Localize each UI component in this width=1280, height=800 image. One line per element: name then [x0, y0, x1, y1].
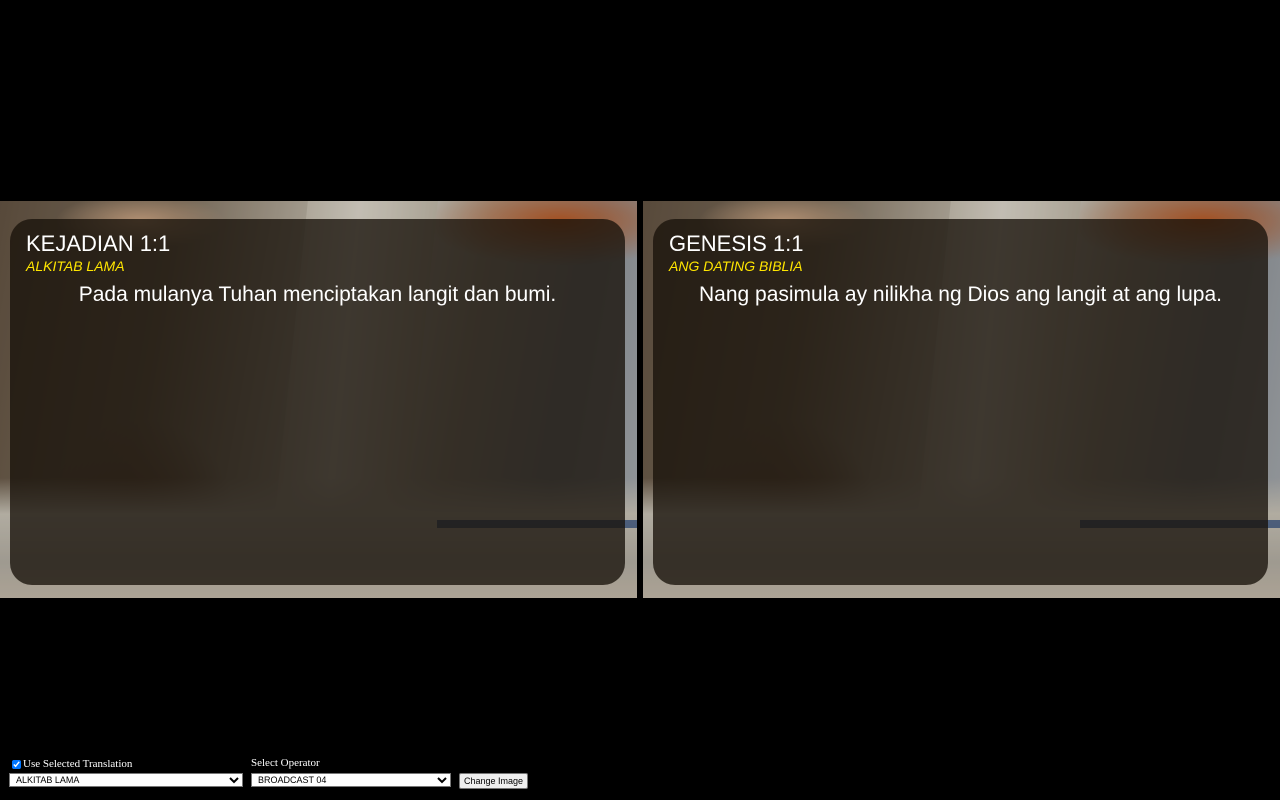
select-operator-label: Select Operator: [251, 757, 320, 769]
use-selected-translation-checkbox[interactable]: [12, 759, 21, 769]
operator-select[interactable]: BROADCAST 04: [251, 773, 451, 787]
use-selected-translation-label: Use Selected Translation: [23, 758, 133, 770]
verse-text: Nang pasimula ay nilikha ng Dios ang lan…: [698, 283, 1222, 306]
verse-panel-secondary: GENESIS 1:1 ANG DATING BIBLIA Nang pasim…: [643, 201, 1280, 598]
translation-name: ALKITAB LAMA: [26, 258, 125, 274]
control-bar: Use Selected Translation ALKITAB LAMA Se…: [0, 752, 1280, 800]
display-stage: KEJADIAN 1:1 ALKITAB LAMA Pada mulanya T…: [0, 0, 1280, 800]
verse-text: Pada mulanya Tuhan menciptakan langit da…: [78, 283, 557, 306]
verse-reference: KEJADIAN 1:1: [26, 231, 171, 256]
change-image-button[interactable]: Change Image: [459, 773, 528, 789]
translation-name: ANG DATING BIBLIA: [669, 258, 803, 274]
translation-select[interactable]: ALKITAB LAMA: [9, 773, 243, 787]
verse-reference: GENESIS 1:1: [669, 231, 804, 256]
verse-overlay: GENESIS 1:1 ANG DATING BIBLIA Nang pasim…: [653, 219, 1268, 585]
verse-panel-primary: KEJADIAN 1:1 ALKITAB LAMA Pada mulanya T…: [0, 201, 637, 598]
verse-overlay: KEJADIAN 1:1 ALKITAB LAMA Pada mulanya T…: [10, 219, 625, 585]
use-selected-translation-option[interactable]: Use Selected Translation: [12, 758, 132, 770]
